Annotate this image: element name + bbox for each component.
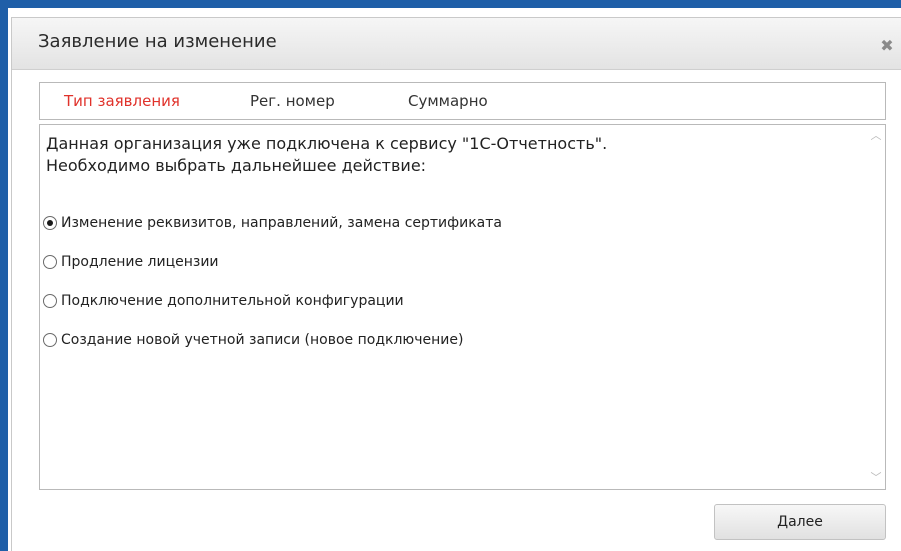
tab-application-type[interactable]: Тип заявления: [64, 92, 180, 110]
radio-button[interactable]: [43, 333, 57, 347]
background-frame-top: [0, 0, 901, 8]
chevron-down-icon[interactable]: ﹀: [867, 469, 885, 487]
option-new-account[interactable]: Создание новой учетной записи (новое под…: [43, 330, 463, 350]
description: Данная организация уже подключена к серв…: [46, 133, 607, 177]
tab-summary[interactable]: Суммарно: [408, 92, 488, 110]
dialog-title: Заявление на изменение: [38, 31, 277, 52]
radio-button[interactable]: [43, 255, 57, 269]
option-label: Подключение дополнительной конфигурации: [61, 293, 404, 309]
tab-bar: Тип заявления Рег. номер Суммарно: [39, 82, 886, 120]
chevron-up-icon[interactable]: ︿: [867, 127, 885, 145]
description-line-1: Данная организация уже подключена к серв…: [46, 134, 608, 153]
content-panel: Данная организация уже подключена к серв…: [39, 124, 886, 490]
tab-reg-number[interactable]: Рег. номер: [250, 92, 335, 110]
page: Заявление на изменение ✖ Тип заявления Р…: [0, 0, 901, 551]
option-change-details[interactable]: Изменение реквизитов, направлений, замен…: [43, 213, 502, 233]
radio-button[interactable]: [43, 216, 57, 230]
vertical-scrollbar[interactable]: ︿ ﹀: [867, 125, 885, 489]
radio-button[interactable]: [43, 294, 57, 308]
option-label: Создание новой учетной записи (новое под…: [61, 332, 464, 348]
description-line-2: Необходимо выбрать дальнейшее действие:: [46, 156, 427, 175]
close-icon[interactable]: ✖: [877, 36, 897, 56]
option-label: Изменение реквизитов, направлений, замен…: [61, 215, 502, 231]
dialog-window: Заявление на изменение ✖ Тип заявления Р…: [11, 17, 901, 551]
option-additional-configuration[interactable]: Подключение дополнительной конфигурации: [43, 291, 404, 311]
background-frame-left: [0, 0, 8, 551]
dialog-titlebar[interactable]: Заявление на изменение ✖: [12, 18, 901, 70]
option-license-renewal[interactable]: Продление лицензии: [43, 252, 219, 272]
next-button[interactable]: Далее: [714, 504, 886, 540]
option-label: Продление лицензии: [61, 254, 219, 270]
